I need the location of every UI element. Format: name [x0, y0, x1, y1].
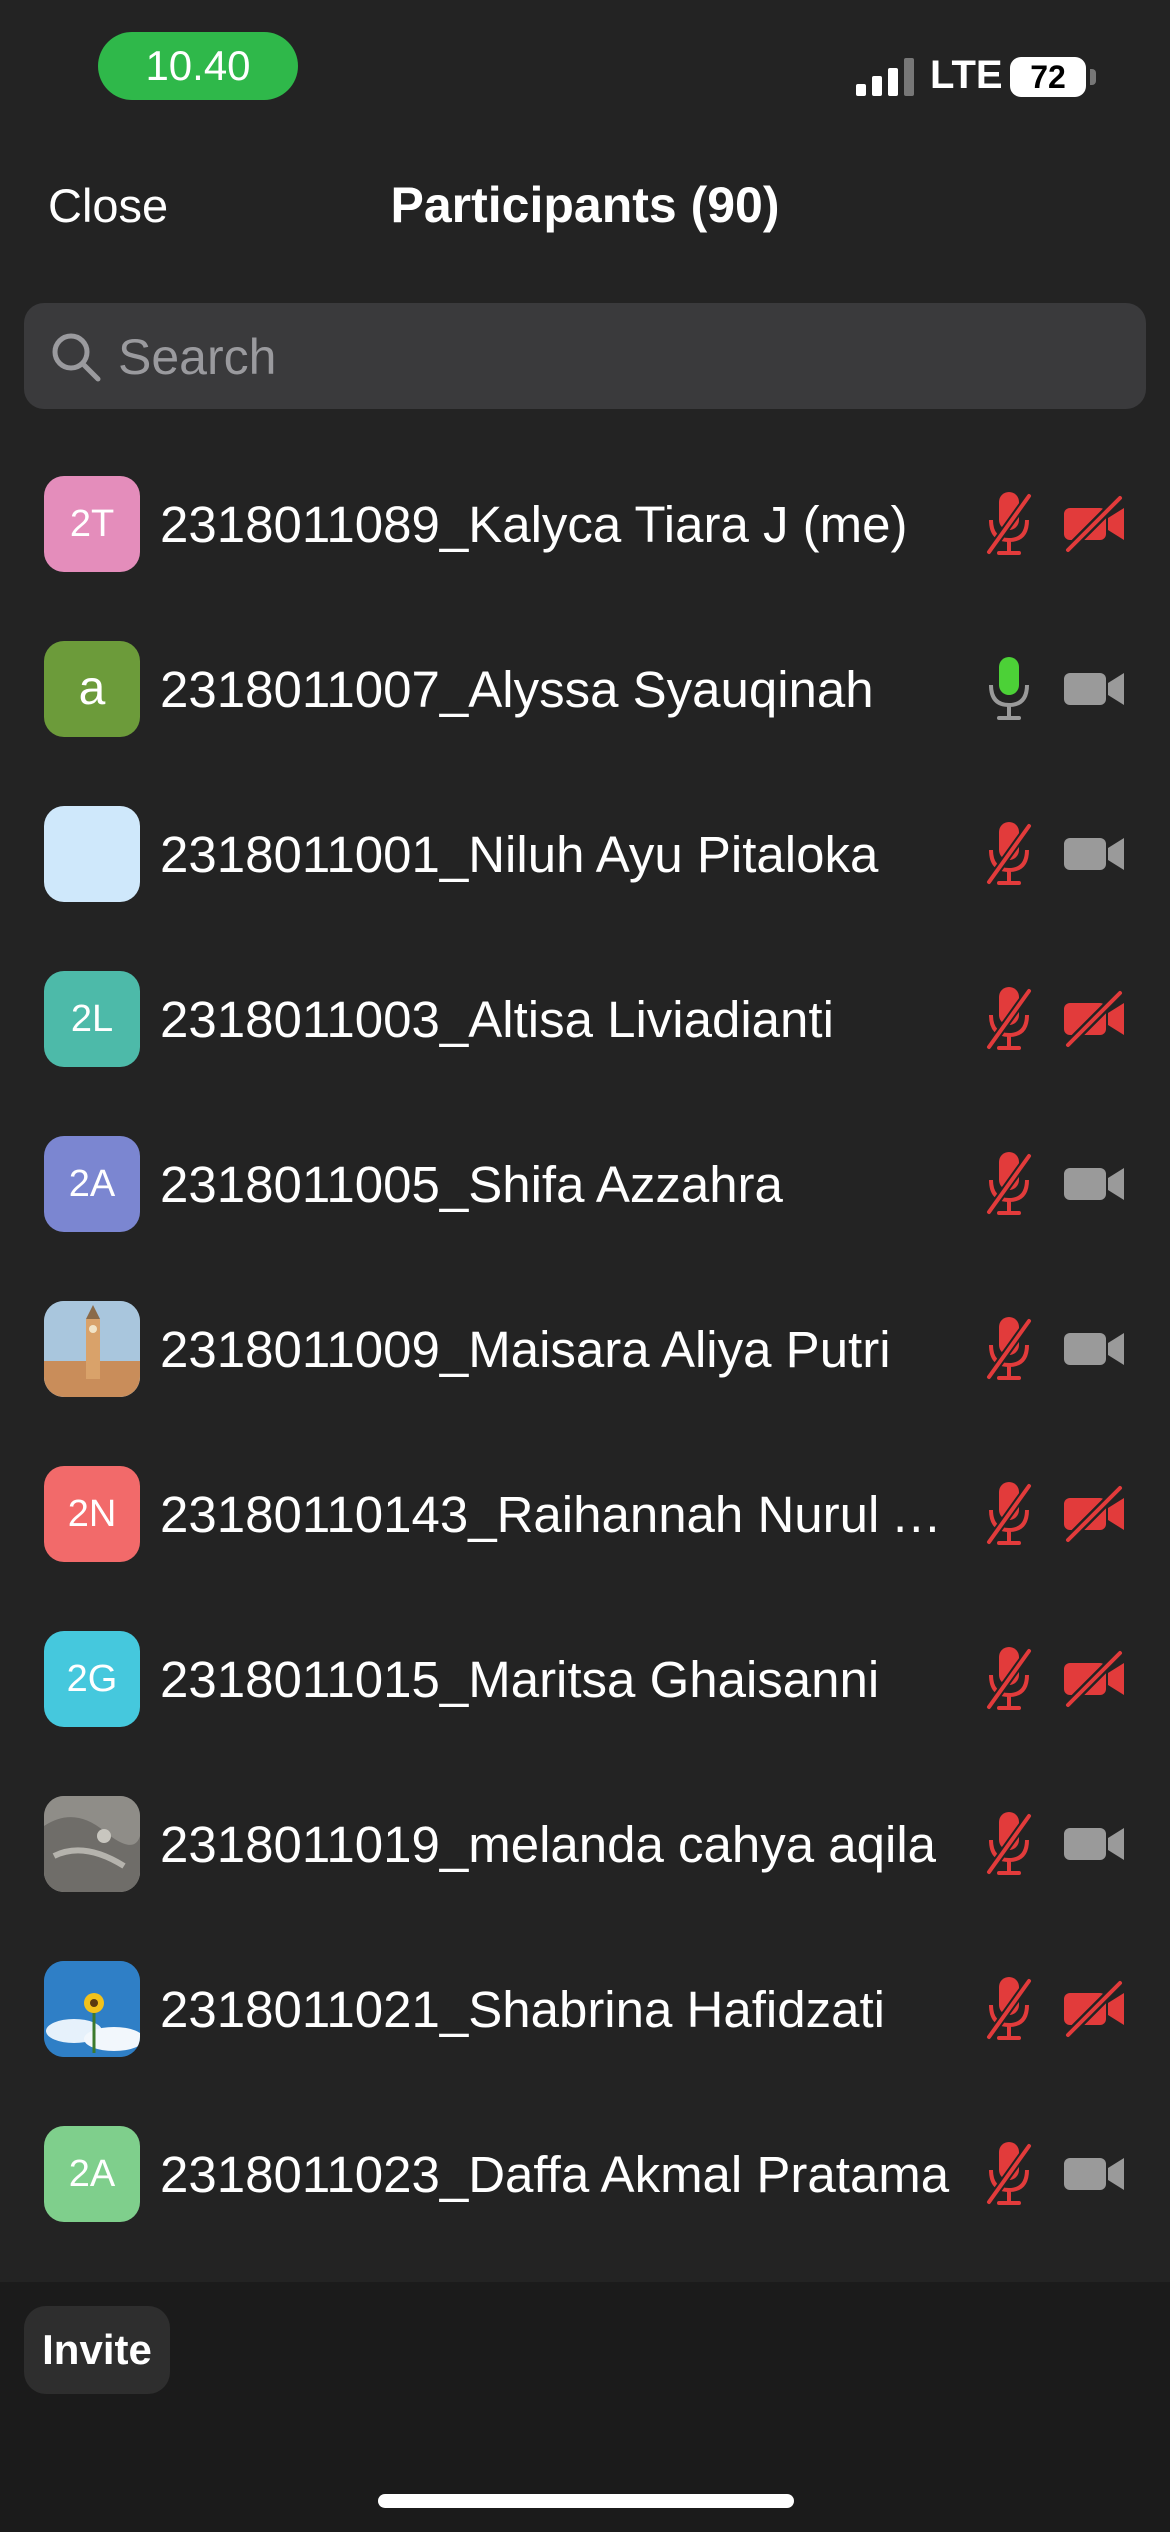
mic-active-icon[interactable]	[985, 655, 1033, 723]
video-off-icon[interactable]	[1062, 1649, 1126, 1709]
mic-muted-icon[interactable]	[985, 490, 1033, 558]
participant-name: 2318011015_Maritsa Ghaisanni	[160, 1651, 880, 1708]
participant-name: 23180110143_Raihannah Nurul A...	[160, 1486, 950, 1543]
bottom-bar: Invite	[0, 2282, 1170, 2532]
participant-avatar	[44, 1796, 140, 1892]
video-icon[interactable]	[1062, 1154, 1126, 1214]
participant-avatar: 2T	[44, 476, 140, 572]
participant-row[interactable]: 2A 2318011023_Daffa Akmal Pratama	[0, 2092, 1170, 2257]
participant-row[interactable]: 2318011021_Shabrina Hafidzati	[0, 1927, 1170, 2092]
mic-muted-icon[interactable]	[985, 1975, 1033, 2043]
participant-name: 2318011003_Altisa Liviadianti	[160, 991, 834, 1048]
header: Close Participants (90)	[0, 150, 1170, 270]
mic-muted-icon[interactable]	[985, 1480, 1033, 1548]
participant-row[interactable]: 2318011001_Niluh Ayu Pitaloka	[0, 772, 1170, 937]
participant-list: 2T 2318011089_Kalyca Tiara J (me) a 2318011…	[0, 442, 1170, 2257]
participant-row[interactable]: 2A 2318011005_Shifa Azzahra	[0, 1102, 1170, 1267]
video-icon[interactable]	[1062, 1319, 1126, 1379]
participant-avatar: 2A	[44, 2126, 140, 2222]
mic-muted-icon[interactable]	[985, 1150, 1033, 1218]
video-icon[interactable]	[1062, 2144, 1126, 2204]
page-title: Participants (90)	[390, 177, 780, 233]
sunflower-photo	[44, 1961, 140, 2057]
search-input[interactable]	[116, 303, 1120, 411]
participant-avatar: 2L	[44, 971, 140, 1067]
participant-name: 2318011009_Maisara Aliya Putri	[160, 1321, 891, 1378]
status-time: 10.40	[98, 32, 298, 100]
participant-name: 2318011019_melanda cahya aqila	[160, 1816, 937, 1873]
participant-name: 2318011001_Niluh Ayu Pitaloka	[160, 826, 879, 883]
video-off-icon[interactable]	[1062, 494, 1126, 554]
big-ben-photo	[44, 1301, 140, 1397]
participant-name: 2318011007_Alyssa Syauqinah	[160, 661, 874, 718]
participant-avatar: a	[44, 641, 140, 737]
mic-muted-icon[interactable]	[985, 1810, 1033, 1878]
mic-muted-icon[interactable]	[985, 1315, 1033, 1383]
participant-name: 2318011021_Shabrina Hafidzati	[160, 1981, 885, 2038]
participant-name: 2318011023_Daffa Akmal Pratama	[160, 2146, 950, 2203]
participant-avatar	[44, 1301, 140, 1397]
participant-row[interactable]: 2N 23180110143_Raihannah Nurul A...	[0, 1432, 1170, 1597]
fabric-photo	[44, 1796, 140, 1892]
home-indicator	[378, 2494, 794, 2508]
video-icon[interactable]	[1062, 659, 1126, 719]
participant-avatar	[44, 806, 140, 902]
video-off-icon[interactable]	[1062, 1484, 1126, 1544]
participant-avatar	[44, 1961, 140, 2057]
network-type: LTE	[930, 53, 1003, 97]
invite-button[interactable]: Invite	[24, 2306, 170, 2394]
battery-icon: 72	[1010, 57, 1086, 97]
battery-nub	[1090, 69, 1096, 85]
mic-muted-icon[interactable]	[985, 2140, 1033, 2208]
mic-muted-icon[interactable]	[985, 985, 1033, 1053]
participant-row[interactable]: 2318011009_Maisara Aliya Putri	[0, 1267, 1170, 1432]
mic-muted-icon[interactable]	[985, 1645, 1033, 1713]
participant-row[interactable]: 2318011019_melanda cahya aqila	[0, 1762, 1170, 1927]
participant-name: 2318011005_Shifa Azzahra	[160, 1156, 783, 1213]
participant-row[interactable]: a 2318011007_Alyssa Syauqinah	[0, 607, 1170, 772]
participant-name: 2318011089_Kalyca Tiara J (me)	[160, 496, 908, 553]
video-icon[interactable]	[1062, 824, 1126, 884]
signal-strength-icon	[856, 58, 914, 96]
status-bar: 10.40 LTE 72	[0, 0, 1170, 130]
participant-avatar: 2A	[44, 1136, 140, 1232]
participant-row[interactable]: 2G 2318011015_Maritsa Ghaisanni	[0, 1597, 1170, 1762]
participant-avatar: 2N	[44, 1466, 140, 1562]
video-off-icon[interactable]	[1062, 1979, 1126, 2039]
video-icon[interactable]	[1062, 1814, 1126, 1874]
search-bar[interactable]	[24, 303, 1146, 411]
participant-row[interactable]: 2L 2318011003_Altisa Liviadianti	[0, 937, 1170, 1102]
video-off-icon[interactable]	[1062, 989, 1126, 1049]
participant-row[interactable]: 2T 2318011089_Kalyca Tiara J (me)	[0, 442, 1170, 607]
participant-avatar: 2G	[44, 1631, 140, 1727]
mic-muted-icon[interactable]	[985, 820, 1033, 888]
search-icon	[52, 333, 101, 382]
